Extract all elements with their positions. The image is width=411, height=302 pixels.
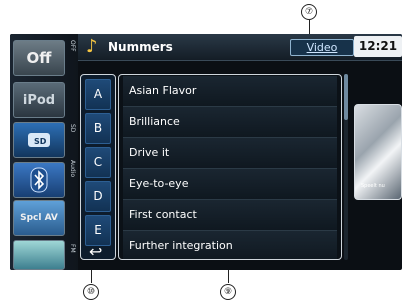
list-item[interactable]: Asian Flavor: [123, 76, 337, 107]
alphabet-item-d[interactable]: D: [85, 181, 111, 212]
source-sd-tag: SD: [69, 124, 76, 133]
page-title: Nummers: [108, 40, 173, 54]
source-off-tag: OFF: [69, 40, 76, 52]
header-bar: ♪ Nummers Video 12:21: [78, 34, 402, 61]
video-preview-thumbnail[interactable]: Speelt nu: [354, 104, 402, 200]
back-arrow-icon[interactable]: ↩: [89, 243, 102, 261]
sd-card-icon: SD: [28, 133, 50, 147]
list-item[interactable]: First contact: [123, 200, 337, 231]
source-fm-button[interactable]: [13, 240, 65, 270]
callout-9: ⑨: [220, 284, 236, 300]
source-spcl-av-button[interactable]: Spcl AV: [13, 200, 65, 236]
video-tab[interactable]: Video: [290, 39, 354, 56]
head-unit-screen: Off OFF iPod SD SD Audio Spcl AV FM ♪ Nu…: [10, 34, 402, 270]
alphabet-index: A B C D E: [80, 74, 116, 260]
alphabet-item-c[interactable]: C: [85, 147, 111, 178]
source-sd-button[interactable]: SD: [13, 122, 65, 158]
list-item[interactable]: Drive it: [123, 138, 337, 169]
source-bluetooth-audio-button[interactable]: [13, 162, 65, 198]
music-note-icon: ♪: [86, 36, 98, 57]
source-off-button[interactable]: Off: [13, 40, 65, 76]
svg-text:SD: SD: [34, 137, 47, 146]
source-ipod-button[interactable]: iPod: [13, 82, 65, 118]
list-item[interactable]: Further integration: [123, 231, 337, 259]
list-item[interactable]: Brilliance: [123, 107, 337, 138]
alphabet-item-b[interactable]: B: [85, 113, 111, 144]
source-off-label: Off: [26, 49, 52, 67]
track-list: Asian Flavor Brilliance Drive it Eye-to-…: [118, 74, 342, 260]
clock: 12:21: [354, 36, 402, 57]
list-item[interactable]: Eye-to-eye: [123, 169, 337, 200]
source-spcl-av-label: Spcl AV: [20, 213, 58, 223]
source-fm-tag: FM: [69, 244, 76, 253]
source-bar: Off OFF iPod SD SD Audio Spcl AV FM: [10, 34, 78, 270]
source-ipod-label: iPod: [22, 92, 56, 108]
bluetooth-icon: [30, 167, 48, 193]
alphabet-item-a[interactable]: A: [85, 79, 111, 110]
scrollbar-thumb[interactable]: [344, 74, 348, 120]
callout-10: ⑩: [83, 284, 99, 300]
source-audio-tag: Audio: [69, 160, 76, 178]
preview-caption: Speelt nu: [361, 183, 385, 189]
callout-7: ⑦: [301, 4, 317, 20]
